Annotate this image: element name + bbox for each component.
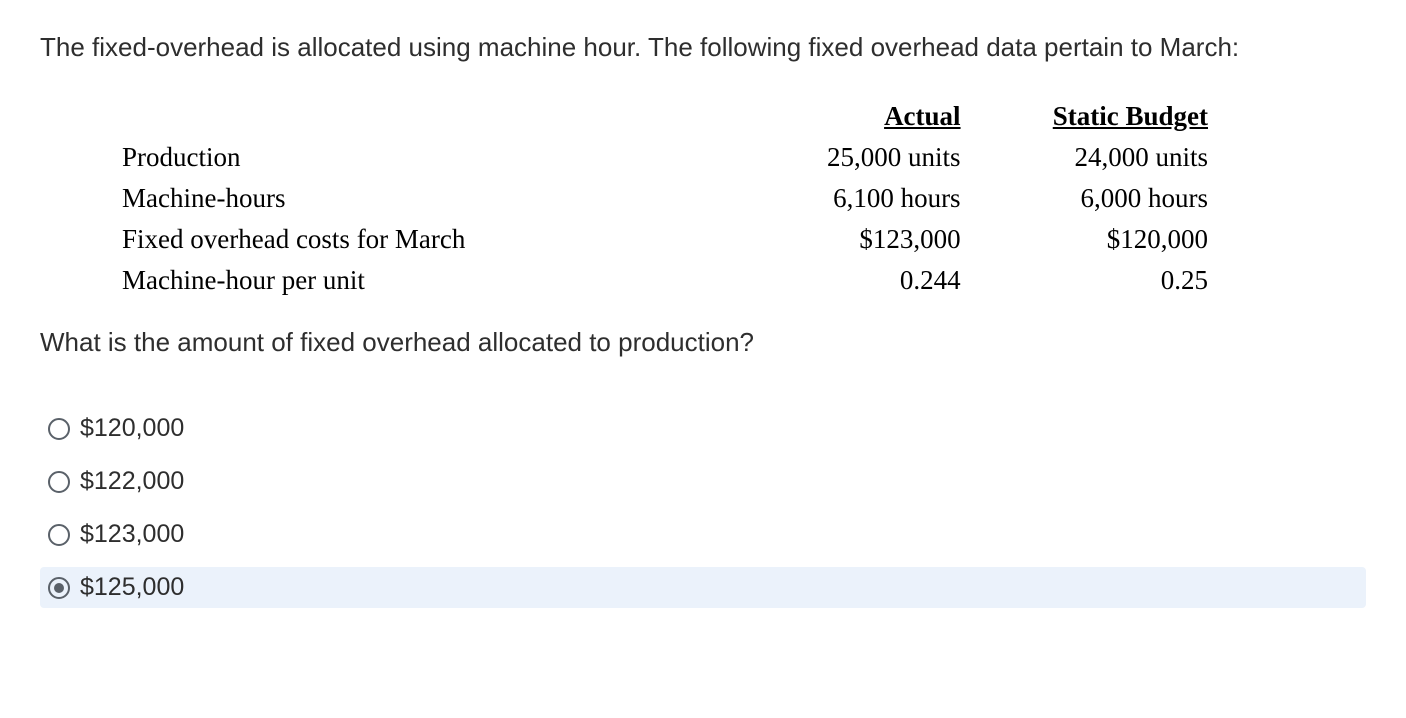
option-label: $125,000 bbox=[80, 573, 184, 602]
row-label: Machine-hour per unit bbox=[102, 261, 733, 300]
answer-options: $120,000 $122,000 $123,000 $125,000 bbox=[40, 408, 1366, 608]
row-budget: $120,000 bbox=[983, 220, 1228, 259]
answer-option[interactable]: $122,000 bbox=[40, 461, 1366, 502]
header-budget: Static Budget bbox=[983, 97, 1228, 136]
data-table: Actual Static Budget Production 25,000 u… bbox=[100, 95, 1230, 302]
row-budget: 6,000 hours bbox=[983, 179, 1228, 218]
radio-icon bbox=[48, 577, 70, 599]
question-intro: The fixed-overhead is allocated using ma… bbox=[40, 30, 1366, 65]
row-budget: 24,000 units bbox=[983, 138, 1228, 177]
row-label: Fixed overhead costs for March bbox=[102, 220, 733, 259]
answer-option[interactable]: $123,000 bbox=[40, 514, 1366, 555]
table-row: Fixed overhead costs for March $123,000 … bbox=[102, 220, 1228, 259]
answer-option[interactable]: $120,000 bbox=[40, 408, 1366, 449]
option-label: $123,000 bbox=[80, 520, 184, 549]
table-row: Machine-hours 6,100 hours 6,000 hours bbox=[102, 179, 1228, 218]
table-row: Machine-hour per unit 0.244 0.25 bbox=[102, 261, 1228, 300]
row-actual: 0.244 bbox=[735, 261, 980, 300]
row-budget: 0.25 bbox=[983, 261, 1228, 300]
row-actual: 25,000 units bbox=[735, 138, 980, 177]
radio-icon bbox=[48, 471, 70, 493]
question-followup: What is the amount of fixed overhead all… bbox=[40, 327, 1366, 358]
radio-icon bbox=[48, 418, 70, 440]
option-label: $120,000 bbox=[80, 414, 184, 443]
row-label: Production bbox=[102, 138, 733, 177]
row-label: Machine-hours bbox=[102, 179, 733, 218]
radio-icon bbox=[48, 524, 70, 546]
table-row: Production 25,000 units 24,000 units bbox=[102, 138, 1228, 177]
header-actual: Actual bbox=[735, 97, 980, 136]
answer-option[interactable]: $125,000 bbox=[40, 567, 1366, 608]
option-label: $122,000 bbox=[80, 467, 184, 496]
row-actual: $123,000 bbox=[735, 220, 980, 259]
row-actual: 6,100 hours bbox=[735, 179, 980, 218]
